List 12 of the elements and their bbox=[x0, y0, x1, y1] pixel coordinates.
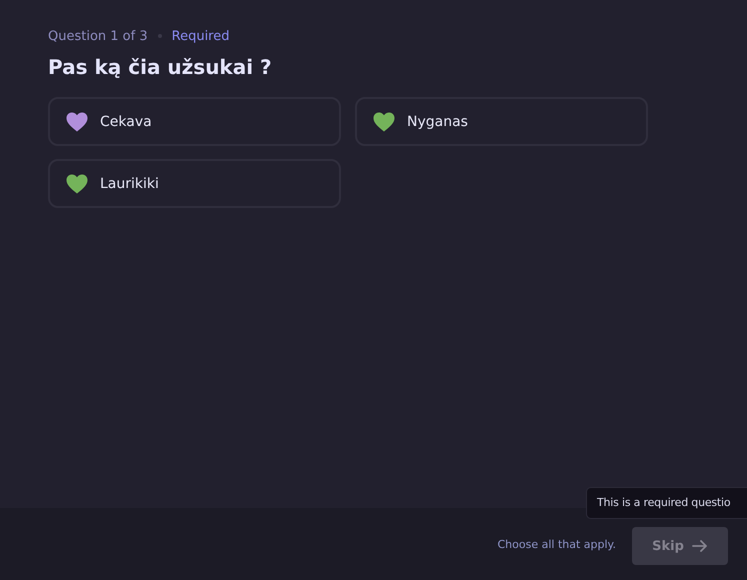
question-title: Pas ką čia užsukai ? bbox=[48, 54, 273, 81]
option-label: Nyganas bbox=[407, 114, 468, 130]
option-label: Cekava bbox=[100, 114, 152, 130]
option-card[interactable]: Cekava bbox=[48, 97, 341, 146]
instruction-text: Choose all that apply. bbox=[498, 538, 616, 550]
option-card[interactable]: Laurikiki bbox=[48, 159, 341, 208]
arrow-icon bbox=[692, 540, 708, 552]
question-counter: Question 1 of 3 bbox=[48, 28, 148, 44]
tooltip: This is a required questio bbox=[586, 487, 747, 519]
option-card[interactable]: Nyganas bbox=[355, 97, 648, 146]
option-label: Laurikiki bbox=[100, 176, 159, 192]
required-label: Required bbox=[172, 28, 230, 44]
